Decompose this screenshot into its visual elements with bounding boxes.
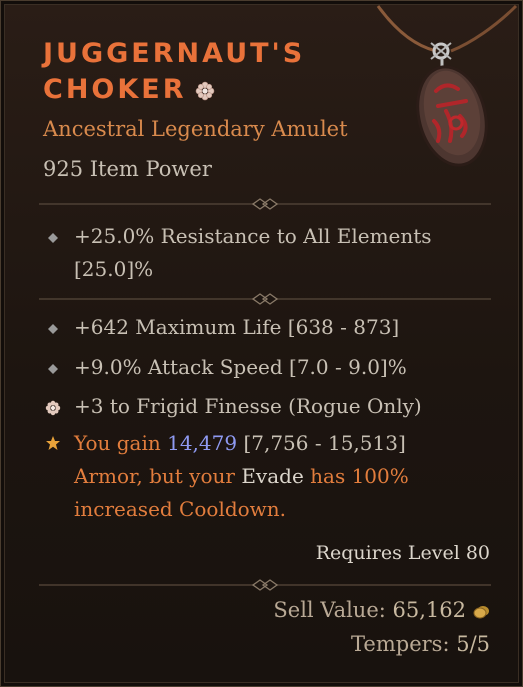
divider bbox=[39, 198, 491, 210]
stat-frigid-finesse: +3 to Frigid Finesse (Rogue Only) bbox=[74, 394, 422, 418]
diamond-bullet-icon bbox=[48, 364, 58, 374]
legendary-range: [7,756 - 15,513] bbox=[237, 431, 406, 455]
item-tooltip: JUGGERNAUT'S CHOKER Ancestral Legendary … bbox=[0, 0, 523, 687]
legendary-value: 14,479 bbox=[167, 431, 238, 455]
requirements: Requires Level 80 bbox=[315, 542, 490, 564]
item-power: 925 Item Power bbox=[43, 157, 212, 181]
divider bbox=[39, 293, 491, 305]
tempers: Tempers: 5/5 bbox=[351, 632, 490, 656]
legendary-skill: Evade bbox=[241, 464, 304, 488]
tempers-value: 5/5 bbox=[456, 632, 490, 656]
legendary-power: You gain 14,479 [7,756 - 15,513] Armor, … bbox=[74, 427, 494, 526]
star-bullet-icon bbox=[46, 436, 60, 450]
item-type: Ancestral Legendary Amulet bbox=[43, 117, 348, 141]
sell-amount: 65,162 bbox=[392, 598, 466, 622]
gold-coin-icon bbox=[473, 605, 489, 618]
flower-bullet-icon bbox=[45, 400, 61, 416]
tempers-label: Tempers: bbox=[351, 632, 457, 656]
legendary-text: You gain bbox=[74, 431, 168, 455]
sell-value: Sell Value: 65,162 bbox=[273, 598, 490, 622]
divider bbox=[39, 579, 491, 591]
stat-maximum-life: +642 Maximum Life [638 - 873] bbox=[74, 315, 400, 339]
legendary-text: has 100% bbox=[303, 464, 409, 488]
diamond-bullet-icon bbox=[48, 233, 58, 243]
sell-label: Sell Value: bbox=[273, 598, 393, 622]
legendary-text: increased Cooldown. bbox=[74, 497, 287, 521]
amulet-icon bbox=[376, 4, 518, 167]
stat-attack-speed: +9.0% Attack Speed [7.0 - 9.0]% bbox=[74, 355, 407, 379]
affix-resistance: +25.0% Resistance to All Elements [25.0]… bbox=[74, 224, 432, 281]
flower-icon bbox=[195, 81, 214, 100]
item-name-text: JUGGERNAUT'S CHOKER bbox=[43, 38, 306, 105]
item-name: JUGGERNAUT'S CHOKER bbox=[43, 36, 373, 108]
diamond-bullet-icon bbox=[48, 324, 58, 334]
legendary-text: Armor, but your bbox=[74, 464, 242, 488]
